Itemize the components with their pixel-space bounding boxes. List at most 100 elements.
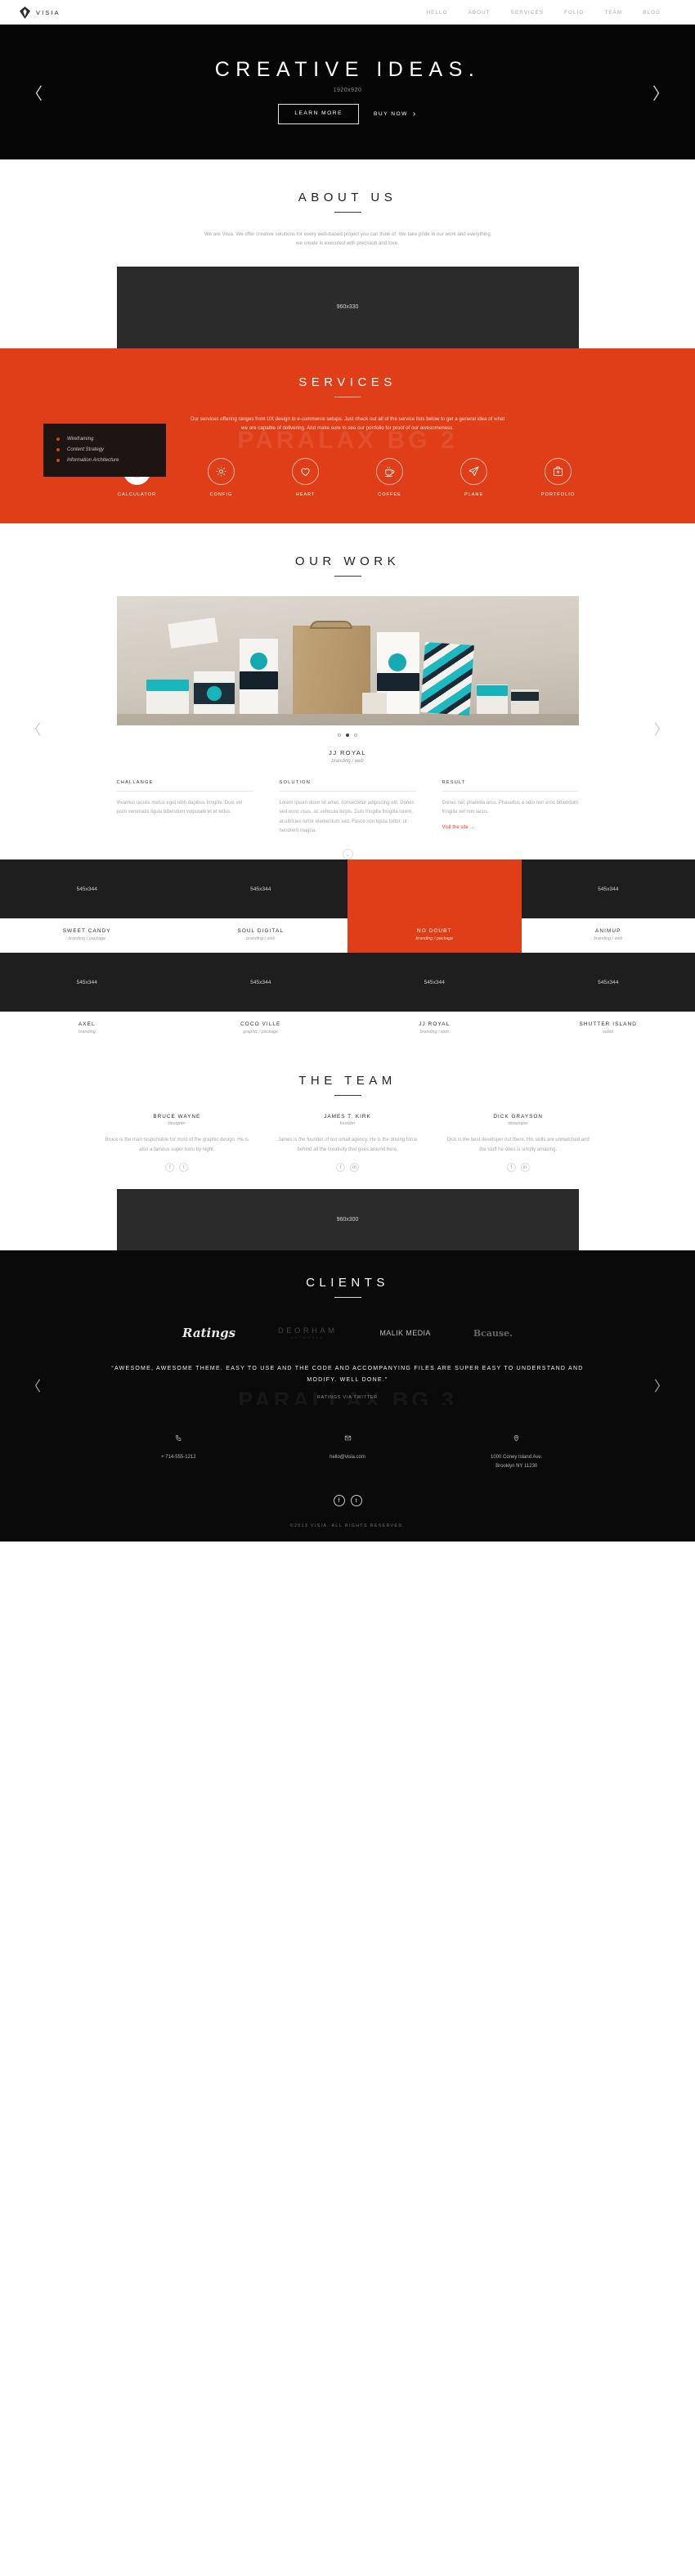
nav-item-services[interactable]: SERVICES xyxy=(511,10,544,16)
buy-now-link[interactable]: BUY NOW › xyxy=(374,110,417,119)
portfolio-thumb[interactable]: 545x344 xyxy=(173,859,348,919)
nav-item-blog[interactable]: BLOG xyxy=(643,10,661,16)
hero-subtitle: 1920x920 xyxy=(333,88,362,94)
column-body: Donec nec pharetra arcu. Phasellus a odi… xyxy=(442,800,578,815)
facebook-icon[interactable]: f xyxy=(333,1495,345,1507)
twitter-icon[interactable]: t xyxy=(179,1163,189,1173)
linkedin-icon[interactable]: in xyxy=(520,1163,530,1173)
mail-icon xyxy=(263,1431,433,1446)
facebook-icon[interactable]: f xyxy=(506,1163,516,1173)
service-item-coffee[interactable]: COFFEE xyxy=(361,457,419,497)
portfolio-thumb[interactable]: 545x344 xyxy=(521,953,695,1012)
title-divider xyxy=(334,212,361,213)
portfolio-caption[interactable]: SWEET CANDY branding / package xyxy=(0,918,174,954)
testimonial-prev-arrow[interactable]: 〈 xyxy=(27,1375,41,1395)
gear-icon xyxy=(208,457,235,485)
work-next-arrow[interactable]: 〉 xyxy=(654,718,668,738)
address-line-2: Brooklyn NY 11230 xyxy=(495,1463,538,1469)
project-name: JJ ROYAL xyxy=(329,748,366,756)
services-description: Our services offering ranges from UX des… xyxy=(190,415,505,432)
portfolio-thumb[interactable]: 545x344 xyxy=(173,953,348,1012)
hero-prev-arrow[interactable]: 〈 xyxy=(26,80,43,104)
nav-item-about[interactable]: ABOUT xyxy=(469,10,491,16)
copyright-text: ©2013 VISIA. ALL RIGHTS RESERVED. xyxy=(289,1524,406,1529)
about-header: ABOUT US xyxy=(0,191,695,213)
project-photo xyxy=(116,595,579,725)
service-item-portfolio[interactable]: PORTFOLIO xyxy=(530,457,587,497)
paper-plane-icon xyxy=(460,457,487,485)
facebook-icon[interactable]: f xyxy=(165,1163,175,1173)
member-bio: Dick is the best developer out there. Hi… xyxy=(446,1138,590,1152)
portfolio-caption[interactable]: AXEL branding xyxy=(0,1012,174,1047)
phone-number[interactable]: + 714-555-1212 xyxy=(94,1453,263,1462)
portfolio-title: ANIMUP xyxy=(595,928,621,935)
service-label: COFFEE xyxy=(378,491,401,497)
portfolio-caption-active[interactable]: NO DOUBT branding / package xyxy=(348,918,522,954)
portfolio-caption[interactable]: SOUL DIGITAL branding / web xyxy=(173,918,348,954)
portfolio-row-1-captions: SWEET CANDY branding / package SOUL DIGI… xyxy=(0,918,695,954)
portfolio-caption[interactable]: ANIMUP branding / web xyxy=(521,918,695,954)
slider-dots[interactable] xyxy=(117,733,579,737)
portfolio-thumb[interactable]: 545x344 xyxy=(521,859,695,919)
slider-dot[interactable] xyxy=(338,733,341,737)
nav-item-team[interactable]: TEAM xyxy=(604,10,622,16)
testimonial-quote: “AWESOME, AWESOME THEME. EASY TO USE AND… xyxy=(111,1366,584,1384)
client-logo-ratings[interactable]: Ratings xyxy=(182,1326,235,1340)
nav-item-hello[interactable]: HELLO xyxy=(427,10,448,16)
portfolio-title: SHUTTER ISLAND xyxy=(579,1021,637,1028)
column-body: Lorem ipsum dolor sit amet, consectetur … xyxy=(279,800,415,834)
client-logo-bcause[interactable]: Bcause. xyxy=(473,1328,513,1339)
testimonial-next-arrow[interactable]: 〉 xyxy=(654,1375,668,1395)
bullet-icon xyxy=(56,448,60,452)
portfolio-title: NO DOUBT xyxy=(416,928,452,935)
title-divider xyxy=(334,575,361,577)
linkedin-icon[interactable]: in xyxy=(350,1163,359,1173)
member-social: f in xyxy=(443,1163,593,1173)
portfolio-subtitle: branding / web xyxy=(419,1030,449,1035)
portfolio-title: AXEL xyxy=(78,1021,96,1028)
portfolio-thumb[interactable]: 545x344 xyxy=(0,953,174,1012)
portfolio-caption[interactable]: COCO VILLE graphic / package xyxy=(173,1012,348,1047)
client-logo-malik-media[interactable]: MALIK MEDIA xyxy=(379,1329,430,1337)
portfolio-thumb[interactable]: 545x344 xyxy=(0,859,174,919)
clients-header: CLIENTS xyxy=(0,1276,695,1299)
service-label: HEART xyxy=(295,491,316,497)
service-item-config[interactable]: CONFIG xyxy=(193,457,250,497)
brand-logo[interactable]: VISIA xyxy=(20,6,61,19)
heart-icon xyxy=(292,457,319,485)
phone-icon xyxy=(94,1431,263,1446)
learn-more-button[interactable]: LEARN MORE xyxy=(278,104,359,124)
twitter-icon[interactable]: t xyxy=(350,1495,362,1507)
clients-section: CLIENTS Ratings DEORHAM NETWORKS MALIK M… xyxy=(0,1250,695,1406)
client-logo-deorham[interactable]: DEORHAM NETWORKS xyxy=(278,1326,337,1340)
portfolio-caption[interactable]: SHUTTER ISLAND video xyxy=(521,1012,695,1047)
portfolio-subtitle: branding / web xyxy=(246,936,276,942)
team-member: JAMES T. KIRK founder James is the found… xyxy=(273,1114,423,1173)
member-name: DICK GRAYSON xyxy=(493,1114,543,1120)
hero-next-arrow[interactable]: 〉 xyxy=(652,80,669,104)
facebook-icon[interactable]: f xyxy=(336,1163,345,1173)
slider-dot[interactable] xyxy=(354,733,357,737)
service-item-plane[interactable]: PLANE xyxy=(446,457,503,497)
portfolio-thumb[interactable]: 545x344 xyxy=(348,953,522,1012)
portfolio-thumb-active[interactable] xyxy=(348,859,522,919)
work-prev-arrow[interactable]: 〈 xyxy=(27,718,41,738)
portfolio-row-2-captions: AXEL branding COCO VILLE graphic / packa… xyxy=(0,1012,695,1047)
portfolio-caption[interactable]: JJ ROYAL branding / web xyxy=(348,1012,522,1047)
nav-item-folio[interactable]: FOLIO xyxy=(564,10,584,16)
visit-site-link[interactable]: Visit the site → xyxy=(442,825,475,830)
member-name: BRUCE WAYNE xyxy=(153,1114,201,1120)
footer-social-links: f t xyxy=(0,1495,695,1507)
collapse-project-button[interactable]: ⌄ xyxy=(342,849,353,860)
clients-title: CLIENTS xyxy=(306,1276,389,1290)
service-item-heart[interactable]: HEART xyxy=(277,457,334,497)
member-role: designer xyxy=(168,1121,186,1127)
map-pin-icon xyxy=(432,1431,601,1446)
team-image-placeholder: 960x300 xyxy=(116,1189,579,1251)
contact-phone: + 714-555-1212 xyxy=(94,1431,263,1470)
email-address[interactable]: hello@visia.com xyxy=(263,1453,433,1462)
slider-dot-active[interactable] xyxy=(346,733,349,737)
buy-now-label: BUY NOW xyxy=(373,111,408,117)
column-heading: RESULT xyxy=(442,780,579,792)
about-section: ABOUT US We are Visia. We offer creative… xyxy=(0,159,695,348)
